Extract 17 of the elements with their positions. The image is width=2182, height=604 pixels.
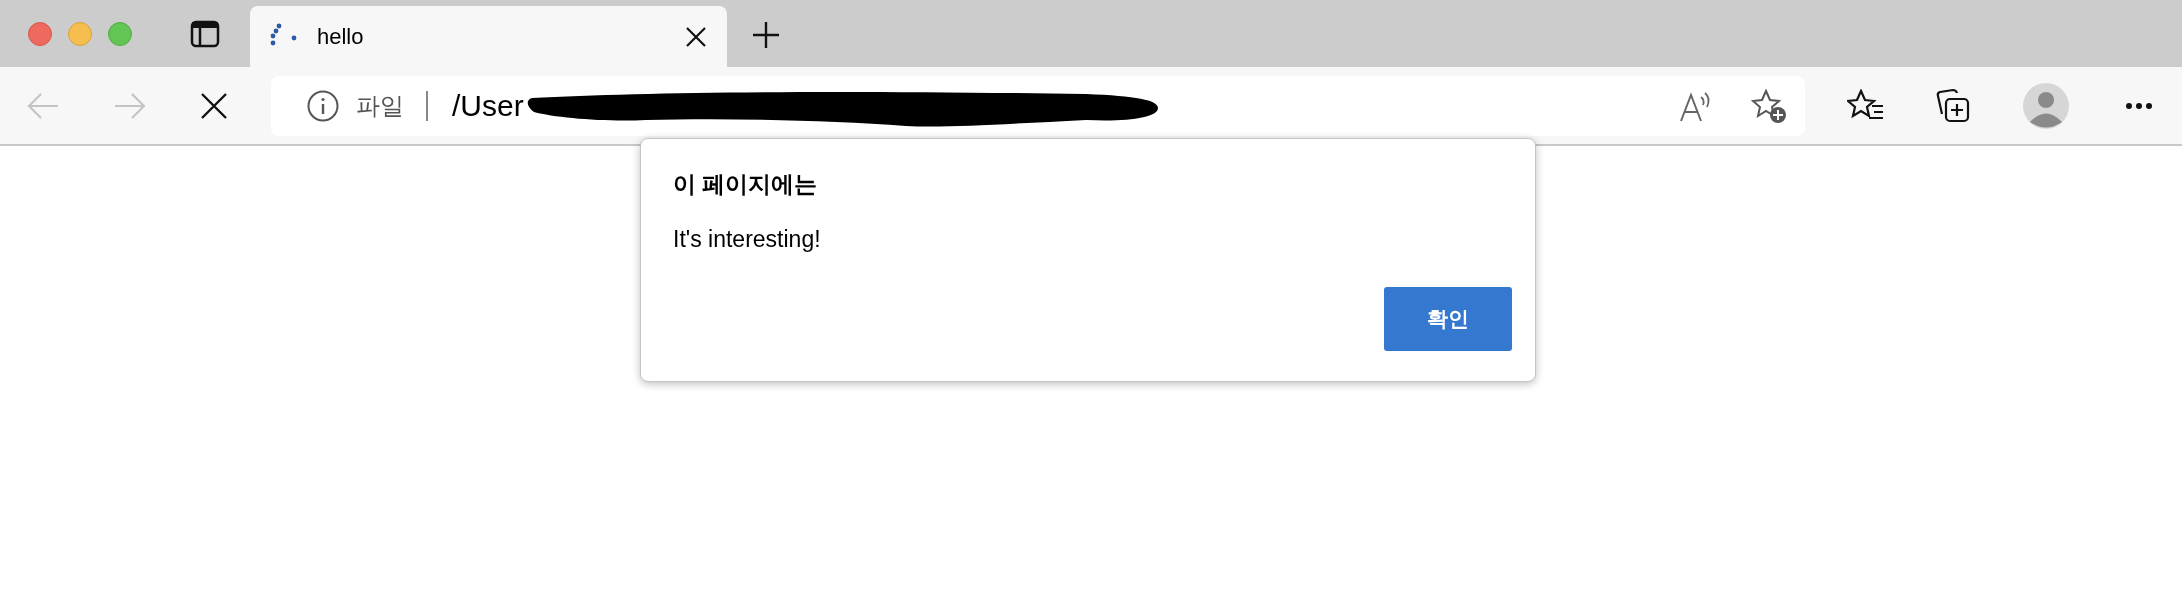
close-icon[interactable] — [201, 92, 227, 119]
add-favorite-icon[interactable] — [1751, 87, 1787, 124]
sidebar-icon[interactable] — [190, 19, 220, 48]
scheme-label: 파일 — [356, 90, 404, 121]
address-text: /User — [452, 88, 524, 124]
dialog-title: 이 페이지에는 — [673, 170, 819, 199]
avatar-icon[interactable] — [2023, 82, 2069, 129]
address-bar[interactable]: 파일 /User — [271, 75, 1805, 136]
collections-icon[interactable] — [1935, 87, 1971, 124]
info-icon — [307, 89, 339, 122]
tab-close-icon[interactable] — [686, 26, 706, 47]
tab-title: hello — [317, 23, 364, 51]
dialog-message: It's interesting! — [673, 224, 822, 254]
new-tab-icon[interactable] — [752, 21, 780, 49]
ok-button[interactable]: 확인 — [1384, 287, 1512, 351]
browser-tab[interactable]: hello — [250, 6, 727, 67]
more-icon[interactable] — [2125, 101, 2153, 110]
